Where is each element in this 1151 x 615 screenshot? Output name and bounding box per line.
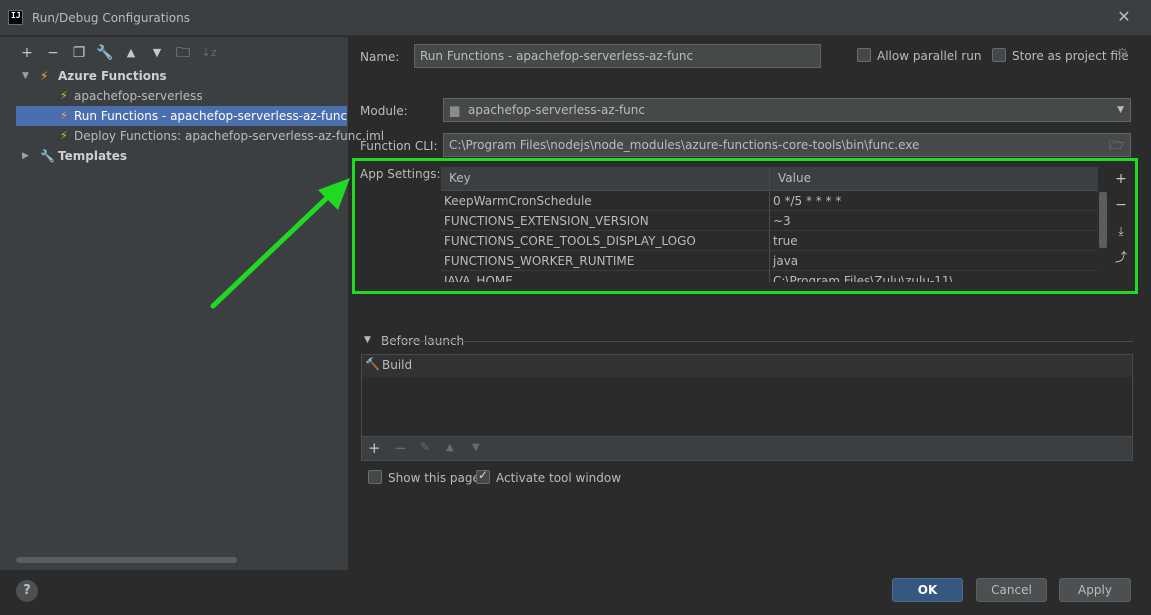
activate-tool-label: Activate tool window	[496, 471, 622, 485]
chevron-right-icon[interactable]: ▶	[22, 146, 29, 166]
window-title: Run/Debug Configurations	[32, 11, 190, 25]
plus-icon[interactable]: +	[18, 44, 36, 62]
activate-tool-checkbox[interactable]	[476, 468, 490, 484]
allow-parallel-label: Allow parallel run	[877, 49, 982, 63]
chevron-down-icon: ▼	[1117, 105, 1124, 115]
wrench-icon[interactable]: 🔧	[96, 44, 114, 62]
apply-button[interactable]: Apply	[1059, 578, 1131, 602]
tree-group-azure-functions[interactable]: ▼ ⚡ Azure Functions	[0, 66, 348, 86]
store-project-label: Store as project file	[1012, 49, 1129, 63]
azure-functions-icon: ⚡	[40, 69, 49, 83]
browse-folder-icon[interactable]: 🗁	[1109, 134, 1124, 156]
name-label: Name:	[360, 50, 400, 64]
store-project-checkbox[interactable]	[992, 48, 1006, 62]
function-config-icon: ⚡	[60, 109, 68, 122]
close-icon[interactable]: ✕	[1115, 8, 1133, 26]
edit-pencil-icon[interactable]: ✎	[420, 440, 430, 454]
list-item[interactable]: 🔨 Build	[362, 355, 1132, 377]
arrow-up-icon[interactable]: ▲	[446, 442, 454, 453]
cli-label: Function CLI:	[360, 139, 438, 153]
horizontal-scrollbar[interactable]	[16, 557, 237, 563]
tree-item[interactable]: ⚡ Deploy Functions: apachefop-serverless…	[0, 126, 384, 146]
before-launch-toolbar: + − ✎ ▲ ▼	[362, 436, 1132, 460]
intellij-app-icon: IJ	[8, 10, 23, 25]
name-input[interactable]: Run Functions - apachefop-serverless-az-…	[414, 44, 821, 68]
show-page-label: Show this page	[388, 471, 480, 485]
before-launch-list: 🔨 Build + − ✎ ▲ ▼	[361, 354, 1133, 461]
function-config-icon: ⚡	[60, 89, 68, 102]
module-label: Module:	[360, 104, 408, 118]
cli-path-input[interactable]: C:\Program Files\nodejs\node_modules\azu…	[443, 133, 1131, 157]
new-folder-icon[interactable]: 🗀	[174, 44, 192, 62]
highlight-box	[352, 158, 1138, 294]
help-button[interactable]: ?	[16, 580, 38, 602]
function-config-icon: ⚡	[60, 129, 68, 142]
arrow-up-icon[interactable]: ▲	[122, 44, 140, 62]
wrench-icon: 🔧	[40, 149, 55, 163]
tree-item-selected[interactable]: ⚡ Run Functions - apachefop-serverless-a…	[16, 106, 347, 126]
copy-icon[interactable]: ❐	[70, 44, 88, 62]
chevron-down-icon[interactable]: ▼	[364, 335, 371, 345]
arrow-down-icon[interactable]: ▼	[472, 442, 480, 453]
arrow-down-icon[interactable]: ▼	[148, 44, 166, 62]
sort-icon[interactable]: ↓z	[200, 44, 218, 62]
minus-icon[interactable]: −	[394, 439, 407, 457]
tree-group-templates[interactable]: ▶ 🔧 Templates	[0, 146, 348, 166]
gear-icon[interactable]: ⚙	[1116, 46, 1129, 62]
chevron-down-icon[interactable]: ▼	[22, 66, 29, 86]
highlight-arrow-icon	[210, 178, 350, 309]
title-bar: IJ Run/Debug Configurations ✕	[0, 0, 1151, 36]
cancel-button[interactable]: Cancel	[976, 578, 1047, 602]
build-hammer-icon: 🔨	[365, 357, 380, 371]
module-folder-icon: ▆	[450, 103, 460, 117]
section-divider	[381, 341, 1133, 342]
ok-button[interactable]: OK	[892, 578, 963, 602]
module-select[interactable]: ▆ apachefop-serverless-az-func ▼	[443, 98, 1131, 122]
plus-icon[interactable]: +	[368, 439, 381, 457]
minus-icon[interactable]: −	[44, 44, 62, 62]
allow-parallel-checkbox[interactable]	[857, 48, 871, 62]
tree-item[interactable]: ⚡ apachefop-serverless	[0, 86, 348, 106]
show-page-checkbox[interactable]	[368, 470, 382, 484]
